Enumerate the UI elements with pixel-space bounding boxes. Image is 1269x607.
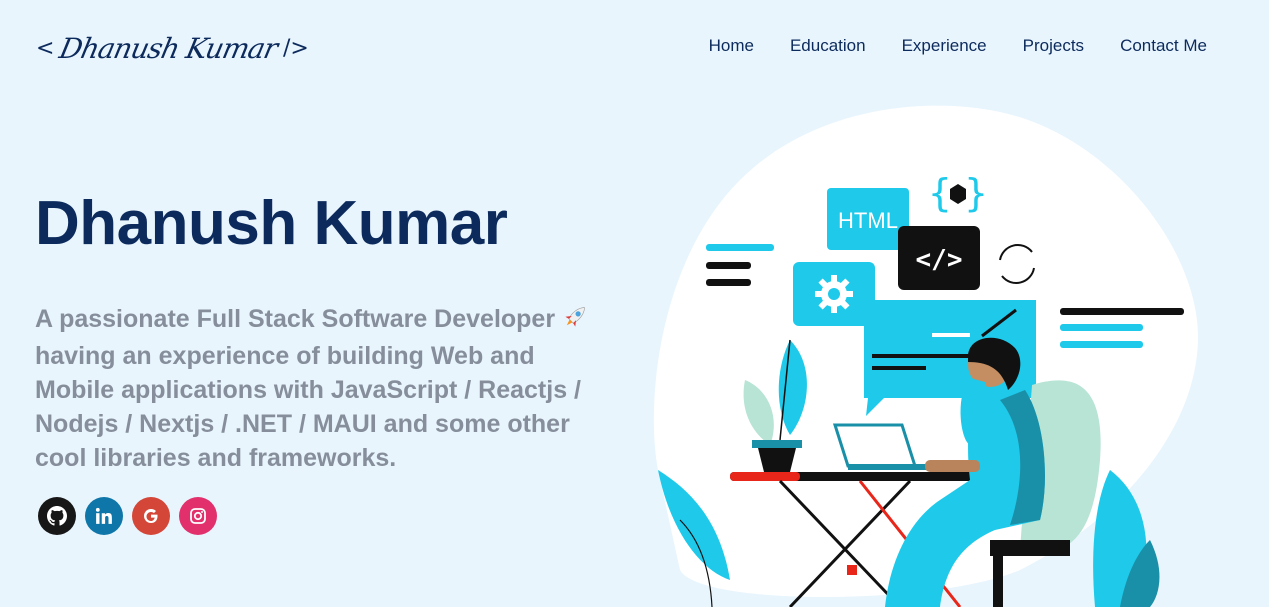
nav-experience[interactable]: Experience (902, 36, 987, 56)
main-nav: Home Education Experience Projects Conta… (709, 36, 1207, 56)
linkedin-button[interactable] (85, 497, 123, 535)
developer-illustration: HTML { } </> ... (640, 100, 1269, 607)
nav-projects[interactable]: Projects (1023, 36, 1084, 56)
google-button[interactable] (132, 497, 170, 535)
nav-education[interactable]: Education (790, 36, 866, 56)
nav-home[interactable]: Home (709, 36, 754, 56)
instagram-button[interactable] (179, 497, 217, 535)
hero-subtitle-rest: having an experience of building Web and… (35, 342, 581, 472)
nav-contact-me[interactable]: Contact Me (1120, 36, 1207, 56)
hero-title: Dhanush Kumar (35, 189, 508, 258)
logo-signature: Dhanush Kumar (56, 31, 281, 65)
social-links (38, 497, 217, 535)
github-button[interactable] (38, 497, 76, 535)
hero-subtitle-lead: A passionate Full Stack Software Develop… (35, 305, 556, 334)
github-icon (47, 506, 67, 526)
instagram-icon (190, 508, 206, 524)
site-header: < Dhanush Kumar /> Home Education Experi… (0, 0, 1269, 96)
logo-open-bracket: < (36, 35, 55, 61)
hero-subtitle: A passionate Full Stack Software Develop… (35, 302, 595, 475)
gear-icon (815, 275, 853, 313)
code-label: </> (916, 245, 963, 275)
logo[interactable]: < Dhanush Kumar /> (36, 28, 309, 68)
linkedin-icon (95, 507, 112, 524)
logo-close-bracket: /> (282, 35, 309, 61)
laptop (832, 423, 918, 468)
google-icon (144, 509, 158, 523)
html-label: HTML (838, 208, 898, 233)
rocket-icon (562, 302, 590, 339)
